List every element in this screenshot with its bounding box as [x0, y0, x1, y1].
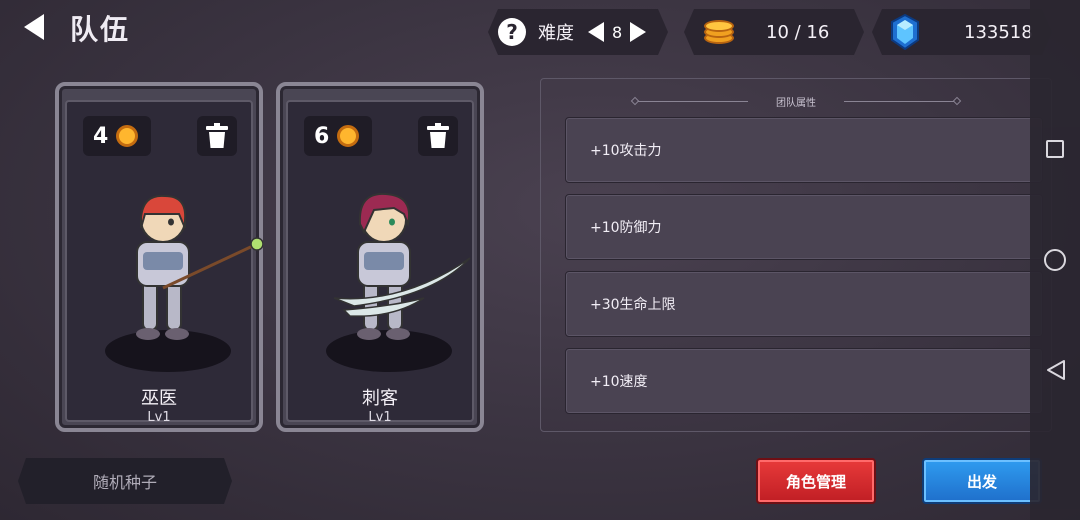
assassin-character-art — [333, 192, 471, 340]
character-management-button[interactable]: 角色管理 — [756, 458, 876, 504]
witch-doctor-character-art — [136, 194, 263, 340]
difficulty-increase-button[interactable] — [630, 22, 646, 42]
attribute-item: +30生命上限 — [565, 271, 1043, 337]
attribute-item: +10防御力 — [565, 194, 1043, 260]
coin-stack-icon — [704, 18, 734, 46]
hero-name: 刺客 — [362, 388, 398, 409]
trash-icon — [427, 123, 449, 148]
coin-icon — [337, 125, 360, 147]
cost-badge: 6 — [304, 116, 372, 156]
coin-icon — [116, 125, 139, 147]
hero-level: Lv1 — [368, 410, 392, 425]
page-title: 队伍 — [70, 13, 131, 46]
difficulty-decrease-button[interactable] — [588, 22, 604, 42]
gems-panel: 133518 — [872, 9, 1052, 55]
system-nav-bar — [1030, 0, 1080, 520]
decor-diamond-icon — [630, 96, 640, 106]
difficulty-label: 难度 — [538, 23, 574, 44]
cost-value: 6 — [314, 123, 330, 149]
difficulty-value: 8 — [612, 22, 623, 42]
divider — [844, 100, 954, 102]
coins-panel: 10 / 16 — [684, 9, 864, 55]
random-seed-button[interactable]: 随机种子 — [18, 458, 232, 504]
remove-hero-button[interactable] — [418, 116, 458, 156]
decor-diamond-icon — [952, 96, 962, 106]
gem-count: 133518 — [964, 21, 1033, 43]
nav-circle-icon[interactable] — [1044, 249, 1066, 271]
team-attributes-panel: 团队属性 +10攻击力 +10防御力 +30生命上限 +10速度 — [540, 78, 1052, 432]
attribute-item: +10速度 — [565, 348, 1043, 414]
trash-icon — [206, 123, 228, 148]
team-attributes-header: 团队属性 — [541, 93, 1051, 109]
hero-level: Lv1 — [147, 410, 171, 425]
nav-square-icon[interactable] — [1046, 140, 1064, 158]
hero-card-assassin[interactable]: 6 刺客 Lv1 — [276, 82, 484, 432]
attribute-item: +10攻击力 — [565, 117, 1043, 183]
coin-count: 10 / 16 — [766, 21, 830, 43]
cost-value: 4 — [93, 123, 109, 149]
back-button[interactable] — [18, 10, 52, 44]
hero-name: 巫医 — [141, 388, 177, 409]
card-frame: 4 巫医 Lv1 — [65, 100, 263, 425]
back-arrow-icon — [24, 14, 44, 40]
hero-card-witch-doctor[interactable]: 4 巫医 Lv1 — [55, 82, 263, 432]
divider — [638, 100, 748, 102]
nav-back-icon[interactable] — [1045, 359, 1067, 381]
difficulty-panel: ? 难度 8 — [488, 9, 668, 55]
depart-button[interactable]: 出发 — [922, 458, 1042, 504]
cost-badge: 4 — [83, 116, 151, 156]
card-frame: 6 刺客 Lv1 — [286, 100, 474, 425]
help-icon[interactable]: ? — [498, 18, 526, 46]
remove-hero-button[interactable] — [197, 116, 237, 156]
team-attributes-title: 团队属性 — [776, 97, 816, 109]
gem-icon — [890, 14, 920, 50]
